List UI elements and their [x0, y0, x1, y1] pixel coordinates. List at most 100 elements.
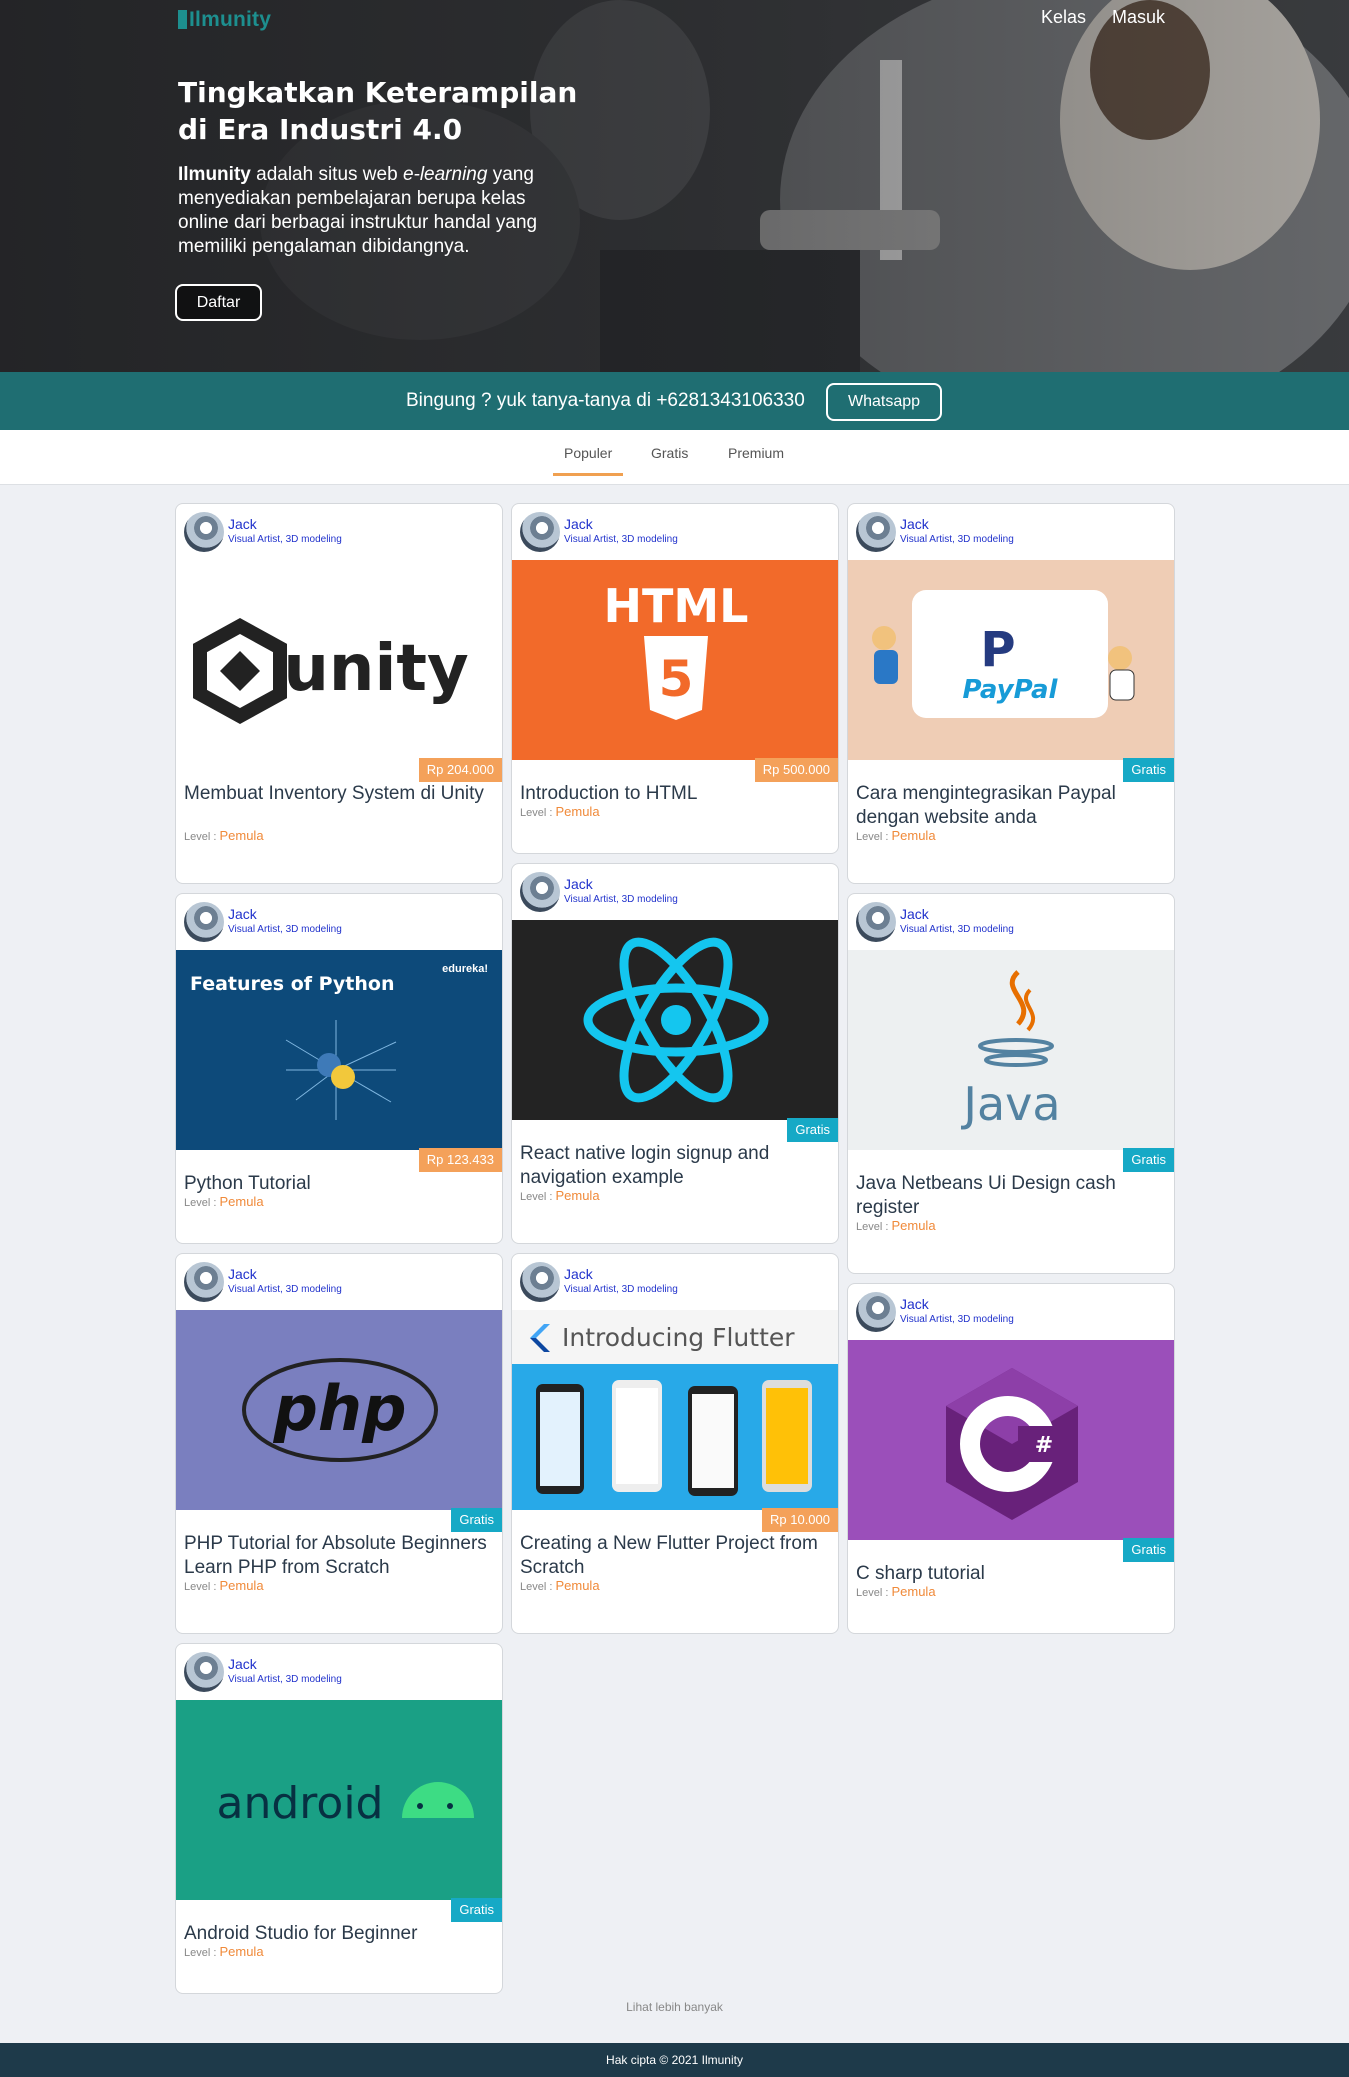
course-thumbnail[interactable]: android: [176, 1700, 502, 1900]
author-role: Visual Artist, 3D modeling: [564, 894, 678, 905]
price-badge: Gratis: [451, 1508, 502, 1532]
course-thumbnail[interactable]: [512, 920, 838, 1120]
whatsapp-bar: Bingung ? yuk tanya-tanya di +6281343106…: [0, 372, 1349, 430]
course-level: Level : Pemula: [520, 1578, 600, 1593]
course-card[interactable]: Jack Visual Artist, 3D modeling P PayPal…: [847, 503, 1175, 884]
course-title[interactable]: Cara mengintegrasikan Paypal dengan webs…: [856, 782, 1170, 830]
avatar: [184, 902, 224, 942]
author-name: Jack: [228, 1266, 257, 1282]
course-card[interactable]: Jack Visual Artist, 3D modeling HTML 5 R…: [511, 503, 839, 854]
avatar: [520, 1262, 560, 1302]
course-card[interactable]: Jack Visual Artist, 3D modeling # Gratis…: [847, 1283, 1175, 1634]
course-thumbnail[interactable]: unity: [176, 560, 502, 760]
flutter-thumb-title: Introducing Flutter: [562, 1323, 795, 1352]
footer: Hak cipta © 2021 Ilmunity: [0, 2043, 1349, 2077]
author-name: Jack: [900, 906, 929, 922]
author-name: Jack: [900, 516, 929, 532]
nav-masuk-link[interactable]: Masuk: [1112, 7, 1165, 28]
course-card[interactable]: Jack Visual Artist, 3D modeling php Grat…: [175, 1253, 503, 1634]
course-thumbnail[interactable]: Introducing Flutter: [512, 1310, 838, 1510]
course-card[interactable]: Jack Visual Artist, 3D modeling android …: [175, 1643, 503, 1994]
course-thumbnail[interactable]: php: [176, 1310, 502, 1510]
course-card[interactable]: Jack Visual Artist, 3D modeling unity Rp…: [175, 503, 503, 884]
course-thumbnail[interactable]: Features of Python edureka!: [176, 950, 502, 1150]
paypal-logo-text: PayPal: [963, 675, 1059, 705]
course-card[interactable]: Jack Visual Artist, 3D modeling Features…: [175, 893, 503, 1244]
author-role: Visual Artist, 3D modeling: [228, 1674, 342, 1685]
python-thumb-brand: edureka!: [442, 963, 488, 975]
course-thumbnail[interactable]: #: [848, 1340, 1174, 1540]
avatar: [184, 512, 224, 552]
course-title[interactable]: React native login signup and navigation…: [520, 1142, 834, 1190]
course-level: Level : Pemula: [184, 1194, 264, 1209]
course-level: Level : Pemula: [184, 1578, 264, 1593]
course-thumbnail[interactable]: HTML 5: [512, 560, 838, 760]
avatar: [856, 512, 896, 552]
price-badge: Gratis: [451, 1898, 502, 1922]
price-badge: Rp 500.000: [754, 758, 838, 782]
author-role: Visual Artist, 3D modeling: [228, 534, 342, 545]
price-badge: Rp 10.000: [762, 1508, 838, 1532]
course-title[interactable]: Python Tutorial: [184, 1172, 498, 1196]
daftar-button[interactable]: Daftar: [175, 284, 262, 321]
avatar: [520, 512, 560, 552]
avatar: [856, 902, 896, 942]
course-level: Level : Pemula: [856, 1584, 936, 1599]
author-role: Visual Artist, 3D modeling: [564, 534, 678, 545]
logo-icon: [178, 10, 187, 29]
course-card[interactable]: Jack Visual Artist, 3D modeling Introduc…: [511, 1253, 839, 1634]
avatar: [520, 872, 560, 912]
author-role: Visual Artist, 3D modeling: [564, 1284, 678, 1295]
avatar: [856, 1292, 896, 1332]
svg-text:5: 5: [659, 650, 694, 708]
price-badge: Gratis: [787, 1118, 838, 1142]
nav-kelas-link[interactable]: Kelas: [1041, 7, 1086, 28]
course-title[interactable]: Android Studio for Beginner: [184, 1922, 498, 1946]
tab-populer[interactable]: Populer: [553, 445, 624, 476]
price-badge: Gratis: [1123, 1148, 1174, 1172]
price-badge: Rp 204.000: [418, 758, 502, 782]
svg-text:#: #: [1035, 1433, 1053, 1458]
price-badge: Gratis: [1123, 1538, 1174, 1562]
course-title[interactable]: Creating a New Flutter Project from Scra…: [520, 1532, 834, 1580]
author-name: Jack: [228, 906, 257, 922]
author-role: Visual Artist, 3D modeling: [900, 1314, 1014, 1325]
author-name: Jack: [228, 1656, 257, 1672]
html-logo-text: HTML: [604, 579, 749, 633]
course-card[interactable]: Jack Visual Artist, 3D modeling Gratis R…: [511, 863, 839, 1244]
author-name: Jack: [900, 1296, 929, 1312]
course-title[interactable]: Membuat Inventory System di Unity: [184, 782, 498, 806]
whatsapp-button[interactable]: Whatsapp: [826, 383, 942, 421]
price-badge: Gratis: [1123, 758, 1174, 782]
hero-description: Ilmunity adalah situs web e-learning yan…: [178, 164, 538, 257]
author-name: Jack: [228, 516, 257, 532]
course-title[interactable]: Introduction to HTML: [520, 782, 834, 806]
course-title[interactable]: C sharp tutorial: [856, 1562, 1170, 1586]
course-level: Level : Pemula: [856, 828, 936, 843]
unity-logo-text: unity: [283, 632, 468, 706]
author-role: Visual Artist, 3D modeling: [228, 924, 342, 935]
course-level: Level : Pemula: [856, 1218, 936, 1233]
author-name: Jack: [564, 1266, 593, 1282]
tab-gratis[interactable]: Gratis: [651, 445, 688, 473]
author-role: Visual Artist, 3D modeling: [900, 534, 1014, 545]
course-level: Level : Pemula: [184, 828, 264, 843]
java-logo-text: Java: [960, 1077, 1060, 1131]
course-card[interactable]: Jack Visual Artist, 3D modeling Java Gra…: [847, 893, 1175, 1274]
course-thumbnail[interactable]: P PayPal: [848, 560, 1174, 760]
brand-logo[interactable]: Ilmunity: [178, 8, 271, 32]
course-level: Level : Pemula: [184, 1944, 264, 1959]
tab-premium[interactable]: Premium: [728, 445, 784, 473]
author-name: Jack: [564, 516, 593, 532]
avatar: [184, 1262, 224, 1302]
svg-text:P: P: [980, 622, 1015, 678]
php-logo-text: php: [273, 1372, 407, 1445]
hero-title: Tingkatkan Keterampilan di Era Industri …: [178, 76, 578, 146]
course-title[interactable]: PHP Tutorial for Absolute Beginners Lear…: [184, 1532, 498, 1580]
category-tabs: Populer Gratis Premium: [0, 430, 1349, 485]
whatsapp-text: Bingung ? yuk tanya-tanya di +6281343106…: [406, 390, 805, 411]
course-thumbnail[interactable]: Java: [848, 950, 1174, 1150]
android-logo-text: android: [217, 1778, 384, 1829]
course-title[interactable]: Java Netbeans Ui Design cash register: [856, 1172, 1170, 1220]
see-more-link[interactable]: Lihat lebih banyak: [0, 2000, 1349, 2014]
